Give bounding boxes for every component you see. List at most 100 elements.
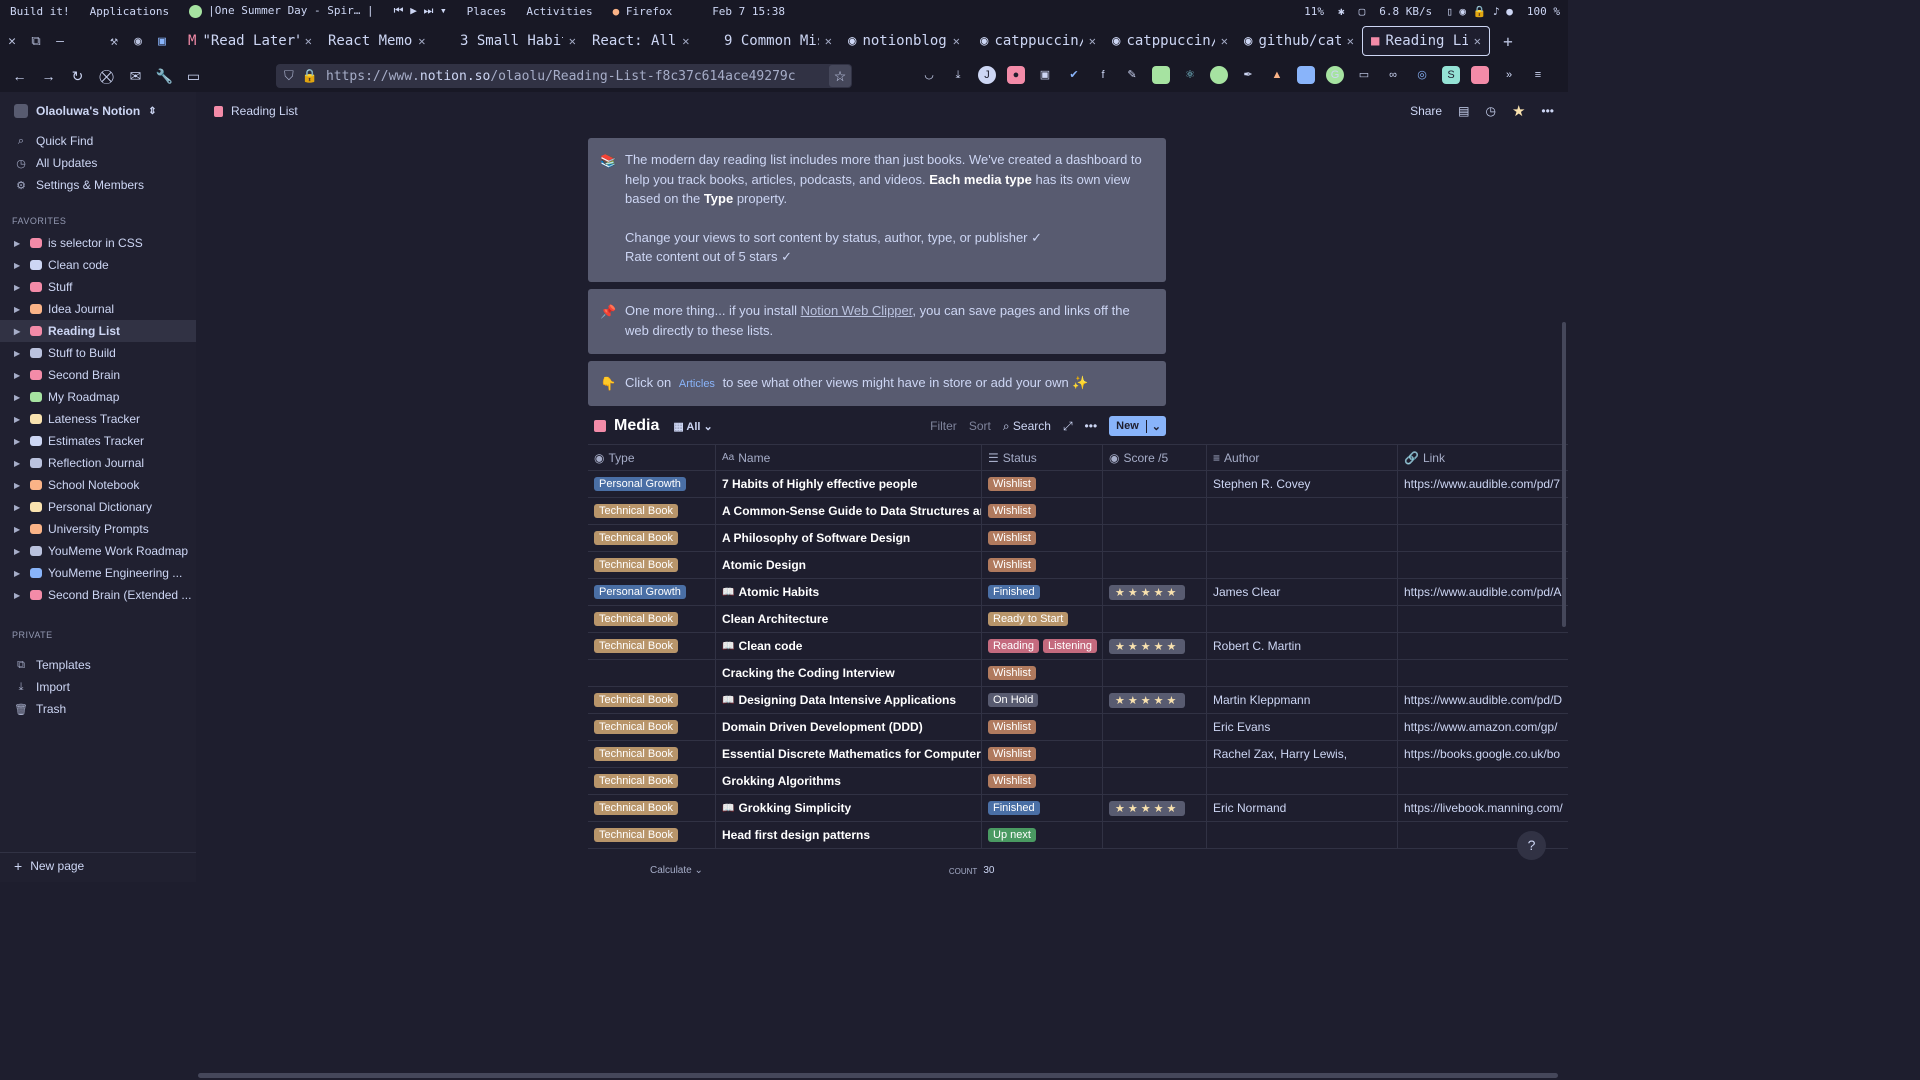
status-tag[interactable]: Reading — [988, 639, 1039, 653]
score-cell[interactable] — [1103, 471, 1207, 497]
row-title[interactable]: Head first design patterns — [722, 828, 870, 842]
sidebar-item-is-selector-in-css[interactable]: ▶ is selector in CSS — [0, 232, 196, 254]
media-prev-button[interactable]: ⏮ ▶ ⏭ ▾ — [384, 4, 457, 18]
extension-shield-icon[interactable] — [1297, 66, 1315, 84]
type-tag[interactable]: Technical Book — [594, 504, 678, 518]
help-button[interactable]: ? — [1517, 831, 1546, 860]
link-cell[interactable]: https://www.audible.com/pd/D — [1398, 687, 1568, 713]
author-cell[interactable]: Robert C. Martin — [1207, 633, 1398, 659]
disclosure-triangle-icon[interactable]: ▶ — [14, 305, 24, 314]
all-updates[interactable]: ◷ All Updates — [0, 152, 196, 174]
author-cell[interactable] — [1207, 822, 1398, 848]
table-row[interactable]: Technical Book A Common-Sense Guide to Da… — [588, 498, 1568, 525]
author-cell[interactable]: Stephen R. Covey — [1207, 471, 1398, 497]
tab-close-icon[interactable]: ✕ — [1347, 34, 1354, 48]
row-title[interactable]: A Philosophy of Software Design — [722, 531, 910, 545]
type-tag[interactable]: Technical Book — [594, 612, 678, 626]
firefox-label[interactable]: ● Firefox — [603, 5, 683, 18]
sidebar-item-second-brain[interactable]: ▶ Second Brain — [0, 364, 196, 386]
score-cell[interactable] — [1103, 525, 1207, 551]
link-cell[interactable]: https://www.audible.com/pd/7 — [1398, 471, 1568, 497]
score-cell[interactable]: ★★★★★ — [1103, 579, 1207, 605]
disclosure-triangle-icon[interactable]: ▶ — [14, 481, 24, 490]
name-cell[interactable]: Domain Driven Development (DDD) — [716, 714, 982, 740]
author-cell[interactable]: Rachel Zax, Harry Lewis, — [1207, 741, 1398, 767]
row-title[interactable]: Atomic Design — [722, 558, 806, 572]
bookmark-star-icon[interactable]: ☆ — [829, 65, 851, 87]
type-tag[interactable]: Personal Growth — [594, 585, 686, 599]
new-page-button[interactable]: + New page — [0, 852, 196, 874]
author-cell[interactable] — [1207, 660, 1398, 686]
table-row[interactable]: Technical Book 📖 Clean code Reading Listenin… — [588, 633, 1568, 660]
extension-screen-icon[interactable]: ▭ — [1355, 66, 1373, 84]
type-cell[interactable]: Technical Book — [588, 822, 716, 848]
score-cell[interactable]: ★★★★★ — [1103, 795, 1207, 821]
chevron-down-icon[interactable]: ⌄ — [1145, 419, 1166, 433]
sidebar-item-reflection-journal[interactable]: ▶ Reflection Journal — [0, 452, 196, 474]
score-cell[interactable] — [1103, 498, 1207, 524]
row-title[interactable]: Cracking the Coding Interview — [722, 666, 895, 680]
status-tag[interactable]: Wishlist — [988, 558, 1036, 572]
link-cell[interactable]: https://www.audible.com/pd/A — [1398, 579, 1568, 605]
link-cell[interactable] — [1398, 552, 1568, 578]
disclosure-triangle-icon[interactable]: ▶ — [14, 459, 24, 468]
status-cell[interactable]: Finished — [982, 579, 1103, 605]
history-icon[interactable]: ◷ — [1485, 104, 1495, 118]
score-cell[interactable] — [1103, 714, 1207, 740]
author-cell[interactable] — [1207, 498, 1398, 524]
type-tag[interactable]: Technical Book — [594, 558, 678, 572]
status-tag[interactable]: Wishlist — [988, 747, 1036, 761]
column-name[interactable]: Aa Name — [716, 445, 982, 470]
sidebar-item-youmeme-engineering[interactable]: ▶ YouMeme Engineering ... — [0, 562, 196, 584]
author-cell[interactable]: Eric Normand — [1207, 795, 1398, 821]
star-rating[interactable]: ★★★★★ — [1109, 584, 1186, 600]
author-cell[interactable]: James Clear — [1207, 579, 1398, 605]
type-cell[interactable]: Technical Book — [588, 795, 716, 821]
type-tag[interactable]: Technical Book — [594, 639, 678, 653]
sidebar-item-personal-dictionary[interactable]: ▶ Personal Dictionary — [0, 496, 196, 518]
name-cell[interactable]: 📖 Grokking Simplicity — [716, 795, 982, 821]
type-cell[interactable]: Personal Growth — [588, 471, 716, 497]
status-cell[interactable]: Wishlist — [982, 768, 1103, 794]
new-button[interactable]: New ⌄ — [1109, 416, 1166, 436]
row-title[interactable]: Domain Driven Development (DDD) — [722, 720, 923, 734]
column-status[interactable]: ☰ Status — [982, 445, 1103, 470]
sidebar-item-my-roadmap[interactable]: ▶ My Roadmap — [0, 386, 196, 408]
tab-read-later[interactable]: M "Read Later" ✕ — [180, 26, 320, 56]
score-cell[interactable]: ★★★★★ — [1103, 687, 1207, 713]
forward-icon[interactable]: → — [34, 68, 63, 84]
back-icon[interactable]: ← — [5, 68, 34, 84]
status-cell[interactable]: Wishlist — [982, 714, 1103, 740]
link-cell[interactable] — [1398, 633, 1568, 659]
extension-grammarly-icon[interactable]: G — [1326, 66, 1344, 84]
view-selector[interactable]: ▦ All ⌄ — [673, 420, 712, 433]
extension-ball-icon[interactable] — [1210, 66, 1228, 84]
name-cell[interactable]: 📖 Atomic Habits — [716, 579, 982, 605]
applications-menu[interactable]: Applications — [80, 5, 179, 18]
type-tag[interactable]: Technical Book — [594, 531, 678, 545]
status-cell[interactable]: Wishlist — [982, 552, 1103, 578]
sidebar-item-idea-journal[interactable]: ▶ Idea Journal — [0, 298, 196, 320]
type-cell[interactable]: Technical Book — [588, 687, 716, 713]
tab-github-catppuccin[interactable]: ◉github/catppuccin✕ — [1236, 26, 1362, 56]
table-row[interactable]: Technical Book Grokking Algorithms Wishlis… — [588, 768, 1568, 795]
status-cell[interactable]: Ready to Start — [982, 606, 1103, 632]
name-cell[interactable]: Essential Discrete Mathematics for Compu… — [716, 741, 982, 767]
link-cell[interactable]: https://books.google.co.uk/bo — [1398, 741, 1568, 767]
link-cell[interactable]: https://livebook.manning.com/ — [1398, 795, 1568, 821]
tab-common-mistakes[interactable]: 9 Common Mistakes✕ — [716, 26, 840, 56]
status-cell[interactable]: Up next — [982, 822, 1103, 848]
score-cell[interactable] — [1103, 741, 1207, 767]
score-cell[interactable] — [1103, 660, 1207, 686]
table-row[interactable]: Technical Book 📖 Grokking Simplicity Finish… — [588, 795, 1568, 822]
status-cell[interactable]: Reading Listening — [982, 633, 1103, 659]
type-cell[interactable]: Technical Book — [588, 741, 716, 767]
tab-small-habits[interactable]: 3 Small Habits✕ — [452, 26, 584, 56]
folder-icon[interactable]: ▭ — [179, 68, 208, 85]
trash[interactable]: 🗑 Trash — [0, 698, 196, 720]
name-cell[interactable]: Cracking the Coding Interview — [716, 660, 982, 686]
row-title[interactable]: Grokking Algorithms — [722, 774, 841, 788]
places-menu[interactable]: Places — [457, 5, 517, 18]
name-cell[interactable]: Atomic Design — [716, 552, 982, 578]
column-author[interactable]: ≡ Author — [1207, 445, 1398, 470]
